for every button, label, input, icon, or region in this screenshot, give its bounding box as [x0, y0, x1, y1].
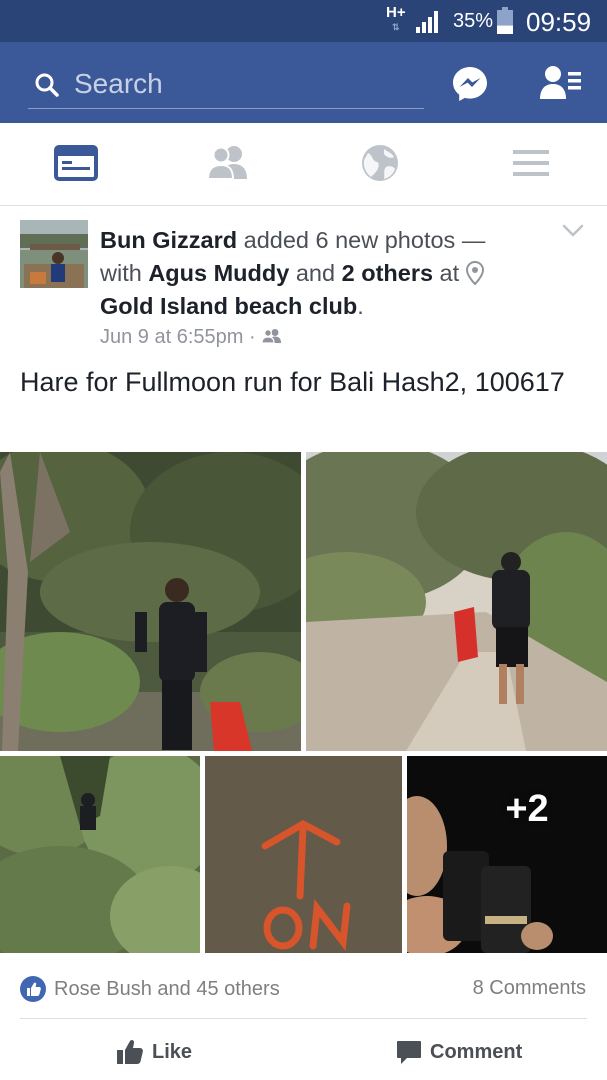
nav-tabs	[0, 123, 607, 206]
more-photos-count: +2	[505, 788, 549, 830]
battery-percent: 35%	[453, 10, 494, 32]
reactions-text: Rose Bush and 45 others	[54, 977, 280, 1000]
others-link[interactable]: 2 others	[342, 260, 433, 286]
author-link[interactable]: Bun Gizzard	[100, 227, 237, 253]
friend-requests-icon[interactable]	[540, 65, 582, 101]
post-options-chevron-icon[interactable]	[562, 224, 584, 238]
search-icon	[35, 73, 59, 97]
like-button[interactable]: Like	[116, 1034, 192, 1070]
signal-icon	[416, 11, 438, 33]
search-input[interactable]	[74, 66, 404, 102]
app-header	[0, 42, 607, 123]
post-caption: Hare for Fullmoon run for Bali Hash2, 10…	[20, 367, 565, 397]
comment-button[interactable]: Comment	[396, 1034, 522, 1070]
comment-icon	[397, 1041, 421, 1064]
post-meta: Jun 9 at 6:55pm ·	[100, 326, 283, 349]
location-pin-icon	[465, 261, 484, 285]
location-link[interactable]: Gold Island beach club	[100, 293, 357, 319]
photo-4[interactable]	[205, 756, 402, 953]
privacy-friends-icon[interactable]	[261, 328, 283, 344]
messenger-icon[interactable]	[452, 65, 488, 101]
clock: 09:59	[526, 7, 592, 37]
photo-2[interactable]	[306, 452, 607, 751]
photo-5-more[interactable]: +2	[407, 756, 607, 953]
thumbs-up-icon	[117, 1039, 143, 1064]
search-bar[interactable]	[28, 62, 424, 109]
friends-icon[interactable]	[206, 143, 250, 183]
divider	[20, 1018, 587, 1019]
like-reaction-icon	[20, 976, 46, 1002]
photo-1[interactable]	[0, 452, 301, 751]
reactions-summary[interactable]: Rose Bush and 45 others	[20, 974, 280, 1004]
photo-3[interactable]	[0, 756, 200, 953]
timestamp[interactable]: Jun 9 at 6:55pm	[100, 326, 243, 348]
network-indicator: H+ ⇅	[386, 4, 406, 32]
comments-count[interactable]: 8 Comments	[473, 977, 586, 1000]
status-bar: H+ ⇅ 35% 09:59	[0, 0, 607, 42]
tagged-person-link[interactable]: Agus Muddy	[148, 260, 289, 286]
battery-icon	[497, 7, 513, 34]
globe-icon[interactable]	[358, 143, 402, 183]
post-header: Bun Gizzard added 6 new photos — with Ag…	[100, 227, 486, 319]
avatar[interactable]	[20, 220, 88, 288]
more-photos-overlay: +2	[407, 756, 607, 953]
news-feed-icon[interactable]	[54, 143, 98, 183]
menu-icon[interactable]	[509, 143, 553, 183]
